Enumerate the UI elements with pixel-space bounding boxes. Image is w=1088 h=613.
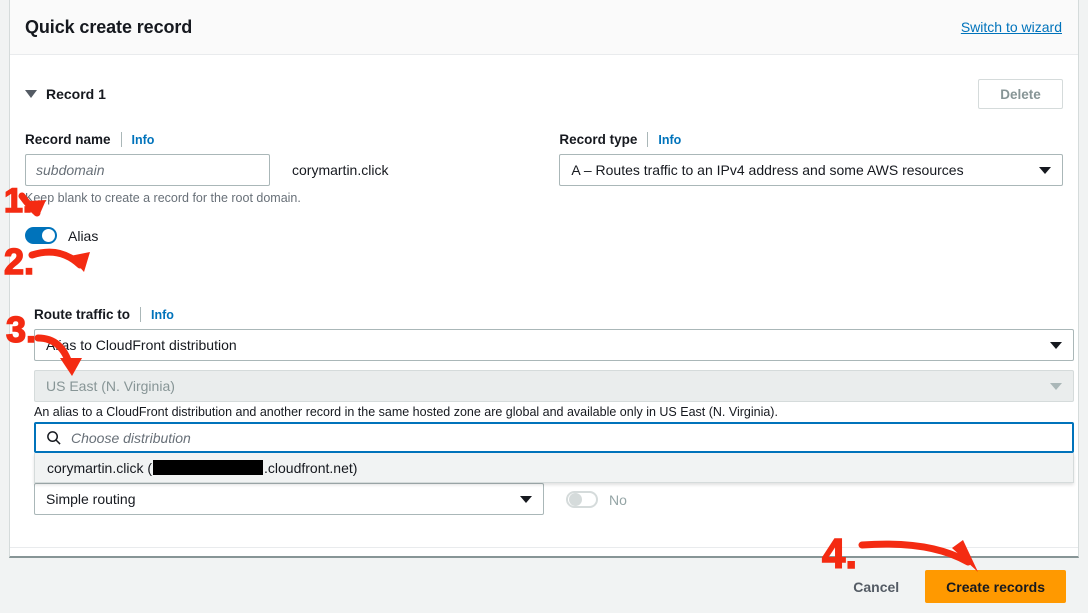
record-name-input[interactable] [25, 154, 270, 186]
record-title: Record 1 [46, 86, 106, 102]
cancel-button[interactable]: Cancel [853, 579, 899, 595]
chevron-down-icon [520, 496, 532, 503]
switch-to-wizard-link[interactable]: Switch to wizard [961, 19, 1062, 35]
alias-toggle[interactable] [25, 227, 57, 244]
record-type-label: Record type [559, 132, 638, 147]
label-divider [647, 132, 649, 147]
route-traffic-info-link[interactable]: Info [151, 308, 174, 322]
region-value: US East (N. Virginia) [46, 378, 175, 394]
routing-policy-select[interactable]: Simple routing [34, 483, 544, 515]
record-type-select[interactable]: A – Routes traffic to an IPv4 address an… [559, 154, 1063, 186]
distribution-combobox: Choose distribution corymartin.click ( .c… [34, 422, 1074, 483]
route-traffic-group: Route traffic to Info Alias to CloudFron… [34, 307, 1074, 361]
page-title: Quick create record [25, 16, 193, 37]
routing-policy-value: Simple routing [46, 491, 136, 507]
toggle-knob [569, 493, 582, 506]
record-name-input-row: corymartin.click [25, 154, 548, 186]
distribution-search-placeholder: Choose distribution [71, 429, 191, 446]
region-group: US East (N. Virginia) [34, 370, 1074, 402]
distribution-search-field[interactable]: Choose distribution [34, 422, 1074, 453]
record-type-label-row: Record type Info [559, 132, 1063, 147]
search-icon [47, 431, 61, 445]
record-collapse-toggle[interactable]: Record 1 [25, 86, 106, 102]
route-traffic-label-row: Route traffic to Info [34, 307, 1074, 322]
evaluate-health-toggle-row: No [566, 491, 627, 515]
record-type-value: A – Routes traffic to an IPv4 address an… [571, 162, 964, 178]
chevron-down-icon [1039, 167, 1051, 174]
record-name-label-row: Record name Info [25, 132, 548, 147]
region-select: US East (N. Virginia) [34, 370, 1074, 402]
list-item[interactable]: corymartin.click ( .cloudfront.net) [35, 453, 1073, 482]
option-suffix: .cloudfront.net) [264, 459, 358, 476]
card-header: Quick create record Switch to wizard [10, 0, 1078, 55]
alias-hint-text: An alias to a CloudFront distribution an… [34, 405, 778, 419]
option-prefix: corymartin.click ( [47, 459, 153, 476]
quick-create-record-card: Quick create record Switch to wizard Rec… [9, 0, 1079, 599]
routing-policy-row: Simple routing No [34, 483, 1074, 515]
form-columns: Record name Info corymartin.click Keep b… [25, 132, 1063, 205]
label-divider [120, 132, 122, 147]
alias-toggle-row: Alias [25, 227, 1063, 244]
distribution-option-list: corymartin.click ( .cloudfront.net) [34, 453, 1074, 483]
record-name-label: Record name [25, 132, 111, 147]
record-type-info-link[interactable]: Info [658, 133, 681, 147]
create-records-button[interactable]: Create records [925, 570, 1066, 603]
evaluate-health-label: No [609, 491, 627, 508]
route-traffic-value: Alias to CloudFront distribution [46, 337, 237, 353]
delete-button[interactable]: Delete [978, 79, 1063, 109]
domain-suffix: corymartin.click [292, 162, 389, 178]
record-type-group: Record type Info A – Routes traffic to a… [559, 132, 1063, 205]
evaluate-health-toggle [566, 491, 598, 508]
alias-label: Alias [68, 227, 99, 244]
card-body: Record 1 Delete Record name Info corymar… [10, 55, 1078, 599]
toggle-knob [42, 229, 55, 242]
route-traffic-select[interactable]: Alias to CloudFront distribution [34, 329, 1074, 361]
chevron-down-icon [1050, 383, 1062, 390]
redacted-block [153, 460, 264, 475]
chevron-down-icon [1050, 342, 1062, 349]
record-name-info-link[interactable]: Info [132, 133, 155, 147]
record-name-group: Record name Info corymartin.click Keep b… [25, 132, 548, 205]
section-divider [10, 547, 1078, 548]
record-name-hint: Keep blank to create a record for the ro… [25, 191, 301, 205]
chevron-down-icon [25, 90, 37, 98]
record-header-row: Record 1 Delete [25, 55, 1063, 109]
footer-actions: Cancel Create records [0, 560, 1088, 613]
route-traffic-label: Route traffic to [34, 307, 130, 322]
label-divider [140, 307, 141, 322]
